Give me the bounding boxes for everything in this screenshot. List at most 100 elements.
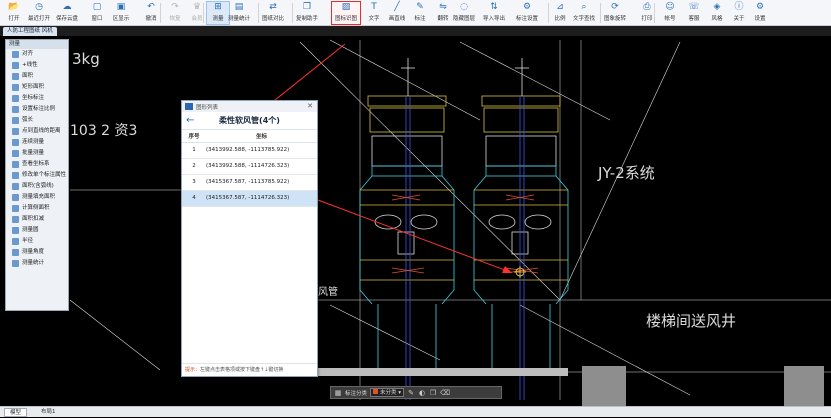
- toolbar-button-label: 区显示: [112, 16, 130, 22]
- toolbar-image-button[interactable]: ▨ 图标识图: [331, 1, 361, 25]
- palette-item[interactable]: 批量测量: [6, 148, 68, 159]
- measure-tool-icon: [12, 194, 19, 201]
- toolbar-button-label: 标注: [414, 16, 426, 22]
- toolbar-clock-button[interactable]: ◷ 最近打开: [28, 2, 50, 24]
- palette-item[interactable]: 面积扣减: [6, 214, 68, 225]
- drawing-canvas[interactable]: 3kg 103 2 资3 JY-2系统 楼梯间送风井 风管: [0, 36, 831, 406]
- toolbar-compare-button[interactable]: ⇄ 图纸对比: [262, 2, 284, 24]
- hint-label: 提示：: [185, 367, 201, 373]
- grid-icon[interactable]: ▦: [334, 389, 342, 397]
- measure-tool-icon: [12, 95, 19, 102]
- toolbar-separator: [258, 3, 259, 23]
- grey-column-block: [582, 366, 626, 406]
- table-row[interactable]: 2 (3413992.588, -1114726.323): [182, 158, 317, 175]
- toolbar-flip-button[interactable]: ⇋ 翻转: [432, 2, 454, 24]
- toolbar-button-label: 撤消: [145, 16, 157, 22]
- visibility-icon[interactable]: ◐: [418, 389, 426, 397]
- toolbar-settings-button[interactable]: ⚙ 设置: [749, 2, 771, 24]
- tab-model[interactable]: 模型: [4, 408, 28, 417]
- palette-item[interactable]: 半径: [6, 236, 68, 247]
- column-header-coord: 坐标: [206, 130, 317, 143]
- toolbar-annotate-button[interactable]: ✎ 标注: [409, 2, 431, 24]
- measure-tool-icon: [12, 216, 19, 223]
- dialog-titlebar: 图形列表 ✕: [182, 101, 317, 112]
- tab-layout1[interactable]: 布局1: [36, 408, 61, 417]
- toolbar-copy-button[interactable]: ❐ 复制助手: [296, 2, 318, 24]
- toolbar-scale-button[interactable]: ⊿ 比例: [549, 2, 571, 24]
- palette-item[interactable]: 面积: [6, 71, 68, 82]
- toolbar-redo-button[interactable]: ↷ 恢复: [164, 2, 186, 24]
- toolbar-info-button[interactable]: ⓘ 关于: [728, 2, 750, 24]
- toolbar-button-label: 图象旋转: [604, 16, 627, 22]
- toolbar-undo-button[interactable]: ↶ 撤消: [140, 2, 162, 24]
- drawing-text-jy2: JY-2系统: [597, 164, 655, 182]
- account-icon: ☺: [665, 2, 675, 12]
- toolbar-account-button[interactable]: ☺ 帐号: [659, 2, 681, 24]
- document-tab[interactable]: 人防工程图纸 风机: [3, 27, 57, 36]
- toolbar-button-label: 文字: [368, 16, 380, 22]
- cloud-save-icon: ☁: [62, 2, 72, 12]
- palette-item[interactable]: 测量填充面积: [6, 192, 68, 203]
- category-dropdown[interactable]: 未分类 ▾: [370, 388, 405, 397]
- toolbar-folder-open-button[interactable]: 📂 打开: [3, 2, 25, 24]
- toolbar-cloud-save-button[interactable]: ☁ 保存云盘: [56, 2, 78, 24]
- palette-item[interactable]: 测量圆: [6, 225, 68, 236]
- toolbar-separator: [600, 3, 601, 23]
- measure-tool-icon: [12, 51, 19, 58]
- palette-item-label: 测量统计: [22, 260, 45, 266]
- palette-item[interactable]: 修改单个标注属性: [6, 170, 68, 181]
- measure-tool-icon: [12, 172, 19, 179]
- row-coordinate: (3413992.588, -1114726.323): [206, 158, 317, 175]
- toolbar-measure-button[interactable]: ⊞ 测量: [206, 1, 230, 25]
- toolbar-hide-layer-button[interactable]: ◌ 隐藏图层: [453, 2, 475, 24]
- toolbar-vip-button[interactable]: ♛ 会员: [186, 2, 208, 24]
- palette-item[interactable]: 坐标标注: [6, 93, 68, 104]
- palette-item[interactable]: 测量角度: [6, 247, 68, 258]
- palette-item[interactable]: 弧长: [6, 115, 68, 126]
- table-row[interactable]: 1 (3413992.588, -1113785.922): [182, 142, 317, 159]
- measure-tool-icon: [12, 183, 19, 190]
- palette-item[interactable]: 计算侧面积: [6, 203, 68, 214]
- close-icon[interactable]: ✕: [307, 102, 313, 110]
- toolbar-button-label: 打印: [641, 16, 653, 22]
- palette-item[interactable]: 测量统计: [6, 258, 68, 269]
- toolbar-rotate-button[interactable]: ⟳ 图象旋转: [604, 2, 626, 24]
- row-index: 1: [182, 142, 206, 159]
- palette-item[interactable]: +线性: [6, 60, 68, 71]
- palette-item[interactable]: 矩形面积: [6, 82, 68, 93]
- table-row[interactable]: 3 (3415367.587, -1113785.922): [182, 174, 317, 191]
- category-dropdown-value: 未分类: [380, 390, 397, 396]
- row-index: 3: [182, 174, 206, 191]
- palette-item-label: 矩形面积: [22, 84, 45, 90]
- palette-item[interactable]: 对齐: [6, 49, 68, 60]
- delete-icon[interactable]: ⌫: [440, 389, 450, 397]
- copy-icon[interactable]: ❐: [429, 389, 437, 397]
- toolbar-search-button[interactable]: ⌕ 文字查找: [573, 2, 595, 24]
- display-icon: ▣: [116, 2, 126, 12]
- edit-icon[interactable]: ✎: [407, 389, 415, 397]
- palette-item[interactable]: 面积(含弧线): [6, 181, 68, 192]
- palette-item[interactable]: 点到直线的距离: [6, 126, 68, 137]
- toolbar-annotate-settings-button[interactable]: ⚙ 标注设置: [516, 2, 538, 24]
- palette-item[interactable]: 设置标注比例: [6, 104, 68, 115]
- toolbar-style-button[interactable]: ◈ 风格: [706, 2, 728, 24]
- toolbar-headset-button[interactable]: ☏ 客服: [683, 2, 705, 24]
- toolbar-button-label: 设置: [754, 16, 766, 22]
- back-arrow-icon[interactable]: ←: [186, 115, 194, 126]
- palette-item[interactable]: 查看坐标系: [6, 159, 68, 170]
- toolbar-button-label: 恢复: [169, 16, 181, 22]
- table-row[interactable]: 4 (3415367.587, -1114726.323): [182, 190, 317, 207]
- drawing-text-stair: 楼梯间送风井: [646, 312, 736, 330]
- toolbar-line-button[interactable]: ╱ 画直线: [386, 2, 408, 24]
- toolbar-window-button[interactable]: ▢ 窗口: [86, 2, 108, 24]
- line-icon: ╱: [394, 2, 400, 12]
- toolbar-import-export-button[interactable]: ⇅ 导入导出: [483, 2, 505, 24]
- toolbar-table-button[interactable]: ▤ 测量统计: [228, 2, 250, 24]
- flip-icon: ⇋: [439, 2, 447, 12]
- palette-item-label: 查看坐标系: [22, 161, 50, 167]
- fan-unit-1: [359, 58, 455, 400]
- import-export-icon: ⇅: [490, 2, 498, 12]
- toolbar-text-button[interactable]: T 文字: [363, 2, 385, 24]
- palette-item[interactable]: 连续测量: [6, 137, 68, 148]
- toolbar-display-button[interactable]: ▣ 区显示: [110, 2, 132, 24]
